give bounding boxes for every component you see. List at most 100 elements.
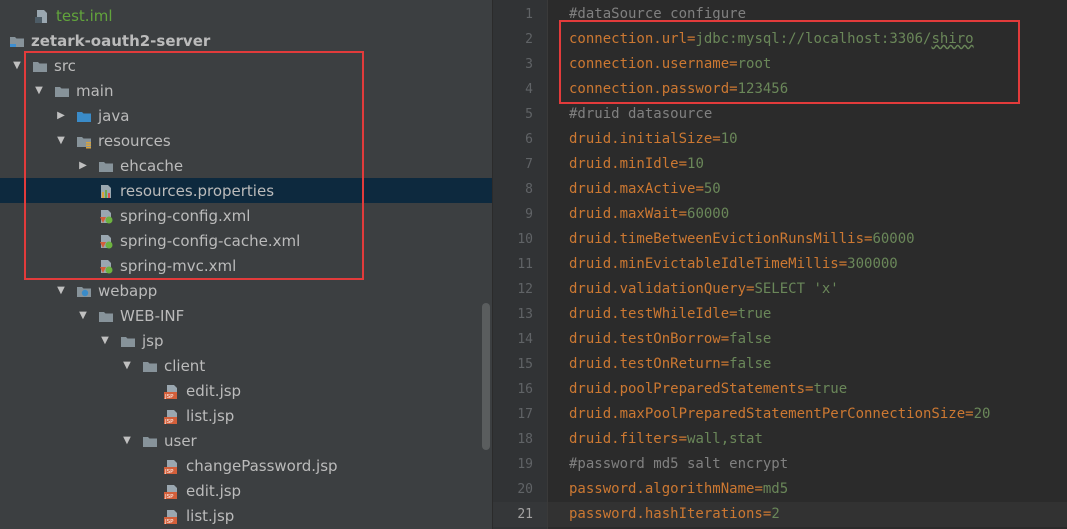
property-value: SELECT 'x'	[754, 281, 839, 297]
equals-sign: =	[678, 431, 688, 447]
code-line[interactable]: druid.maxWait=60000	[569, 202, 729, 227]
chevron-down-icon[interactable]: ▼	[54, 285, 68, 296]
jsp-file-icon: JSP	[164, 459, 180, 474]
equals-sign: =	[720, 331, 730, 347]
property-key: druid.maxPoolPreparedStatementPerConnect…	[569, 406, 966, 422]
line-number: 6	[525, 132, 533, 147]
module-folder-icon	[9, 34, 25, 48]
folder-icon	[142, 434, 158, 448]
property-value: false	[729, 356, 772, 372]
highlight-box-resources	[24, 51, 364, 280]
tree-item-test-iml[interactable]: test.iml	[0, 3, 492, 28]
tree-item-label: jsp	[142, 331, 164, 350]
property-value: 10	[687, 156, 704, 172]
code-line[interactable]: druid.testOnBorrow=false	[569, 327, 771, 352]
code-line[interactable]: druid.poolPreparedStatements=true	[569, 377, 847, 402]
property-value: 60000	[687, 206, 730, 222]
property-key: druid.maxWait	[569, 206, 679, 222]
equals-sign: =	[695, 181, 704, 197]
property-value: wall,stat	[687, 431, 763, 447]
chevron-down-icon[interactable]: ▼	[76, 310, 90, 321]
line-number: 5	[525, 107, 533, 122]
equals-sign: =	[678, 206, 688, 222]
tree-item-client[interactable]: ▼ client	[0, 353, 492, 378]
svg-text:JSP: JSP	[164, 519, 174, 524]
property-key: druid.testOnBorrow	[569, 331, 721, 347]
svg-text:JSP: JSP	[164, 469, 174, 474]
line-number: 3	[525, 57, 533, 72]
tree-item-webapp[interactable]: ▼ webapp	[0, 278, 492, 303]
tree-item-label: webapp	[98, 281, 158, 300]
equals-sign: =	[729, 306, 738, 322]
tree-item-user[interactable]: ▼ user	[0, 428, 492, 453]
property-key: druid.testWhileIdle	[569, 306, 730, 322]
tree-item-list-jsp[interactable]: JSP list.jsp	[0, 503, 492, 528]
chevron-down-icon[interactable]: ▼	[10, 60, 24, 71]
tree-item-label: test.iml	[56, 6, 113, 25]
code-line[interactable]: #druid datasource	[569, 102, 712, 127]
comment-text: #password md5 salt encrypt	[569, 456, 789, 472]
equals-sign: =	[965, 406, 974, 422]
tree-item-label: edit.jsp	[186, 381, 242, 400]
chevron-down-icon[interactable]: ▼	[98, 335, 112, 346]
code-line[interactable]: druid.minIdle=10	[569, 152, 704, 177]
code-line[interactable]: druid.minEvictableIdleTimeMillis=300000	[569, 252, 898, 277]
line-number: 15	[517, 357, 533, 372]
tree-item-zetark-oauth2-server[interactable]: zetark-oauth2-server	[0, 28, 492, 53]
code-line[interactable]: druid.maxPoolPreparedStatementPerConnect…	[569, 402, 990, 427]
tree-scrollbar[interactable]	[482, 303, 490, 450]
property-key: druid.timeBetweenEvictionRunsMillis	[569, 231, 865, 247]
tree-item-web-inf[interactable]: ▼ WEB-INF	[0, 303, 492, 328]
tree-item-label: zetark-oauth2-server	[31, 31, 211, 50]
line-number: 17	[517, 407, 533, 422]
highlight-box-connection	[559, 20, 1020, 104]
line-number: 7	[525, 157, 533, 172]
svg-text:JSP: JSP	[164, 394, 174, 399]
iml-file-icon	[34, 9, 50, 23]
code-line[interactable]: druid.testWhileIdle=true	[569, 302, 771, 327]
code-line[interactable]: password.hashIterations=2	[569, 502, 780, 527]
chevron-down-icon[interactable]: ▼	[120, 435, 134, 446]
folder-icon	[142, 359, 158, 373]
code-line[interactable]: password.algorithmName=md5	[569, 477, 788, 502]
code-line[interactable]: #password md5 salt encrypt	[569, 452, 788, 477]
svg-text:JSP: JSP	[164, 419, 174, 424]
equals-sign: =	[678, 156, 688, 172]
line-number-gutter: 1 2 3 4 5 6 7 8 9 10 11 12 13 14 15 16 17 18 19 20 21	[493, 0, 548, 529]
jsp-file-icon: JSP	[164, 509, 180, 524]
property-value: 10	[720, 131, 738, 147]
chevron-down-icon[interactable]: ▼	[120, 360, 134, 371]
property-value: false	[729, 331, 772, 347]
line-number: 4	[525, 82, 533, 97]
code-line[interactable]: druid.initialSize=10	[569, 127, 738, 152]
line-number: 10	[517, 232, 533, 247]
tree-item-edit-jsp[interactable]: JSP edit.jsp	[0, 478, 492, 503]
tree-item-label: WEB-INF	[120, 306, 185, 325]
line-number: 16	[517, 382, 533, 397]
line-number: 12	[517, 282, 533, 297]
tree-item-list-jsp[interactable]: JSP list.jsp	[0, 403, 492, 428]
property-key: druid.minIdle	[569, 156, 679, 172]
property-value: 20	[973, 406, 991, 422]
line-number: 11	[517, 257, 533, 272]
tree-item-label: edit.jsp	[186, 481, 242, 500]
tree-item-edit-jsp[interactable]: JSP edit.jsp	[0, 378, 492, 403]
line-number: 8	[525, 182, 533, 197]
jsp-file-icon: JSP	[164, 384, 180, 399]
property-key: password.hashIterations	[569, 506, 763, 522]
code-line[interactable]: druid.validationQuery=SELECT 'x'	[569, 277, 839, 302]
code-line[interactable]: druid.testOnReturn=false	[569, 352, 771, 377]
folder-icon	[120, 334, 136, 348]
property-value: 50	[703, 181, 721, 197]
line-number: 13	[517, 307, 533, 322]
code-line[interactable]: druid.timeBetweenEvictionRunsMillis=6000…	[569, 227, 915, 252]
tree-item-jsp[interactable]: ▼ jsp	[0, 328, 492, 353]
property-value: true	[813, 381, 848, 397]
equals-sign: =	[838, 256, 848, 272]
code-line[interactable]: druid.filters=wall,stat	[569, 427, 763, 452]
tree-item-changepassword-jsp[interactable]: JSP changePassword.jsp	[0, 453, 492, 478]
line-number: 2	[525, 32, 533, 47]
code-line[interactable]: druid.maxActive=50	[569, 177, 721, 202]
property-value: 300000	[847, 256, 898, 272]
line-number: 21	[517, 507, 533, 522]
